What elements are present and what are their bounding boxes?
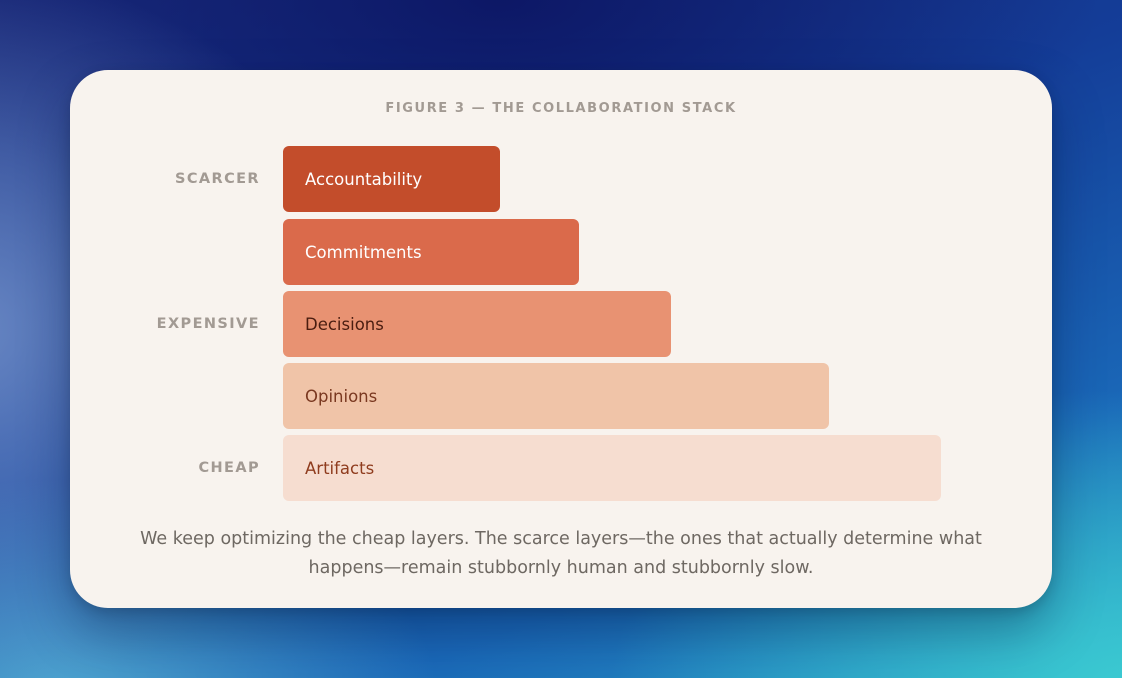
layer-bar-decisions: Decisions [283,291,671,357]
figure-card: FIGURE 3 — THE COLLABORATION STACK SCARC… [70,70,1052,608]
layer-label: Decisions [305,314,384,334]
layer-bar-commitments: Commitments [283,219,579,285]
layer-label: Opinions [305,386,378,406]
layer-bar-artifacts: Artifacts [283,435,941,501]
layer-bar-opinions: Opinions [283,363,829,429]
tier-label-cheap: CHEAP [198,460,260,476]
tier-label-expensive: EXPENSIVE [156,316,260,332]
layer-bar-accountability: Accountability [283,146,500,212]
figure-caption: We keep optimizing the cheap layers. The… [140,529,982,578]
figure-title: FIGURE 3 — THE COLLABORATION STACK [385,101,737,116]
tier-label-scarcer: SCARCER [175,171,260,187]
layer-label: Artifacts [305,458,375,478]
layer-label: Commitments [305,242,422,262]
layer-label: Accountability [305,169,423,189]
